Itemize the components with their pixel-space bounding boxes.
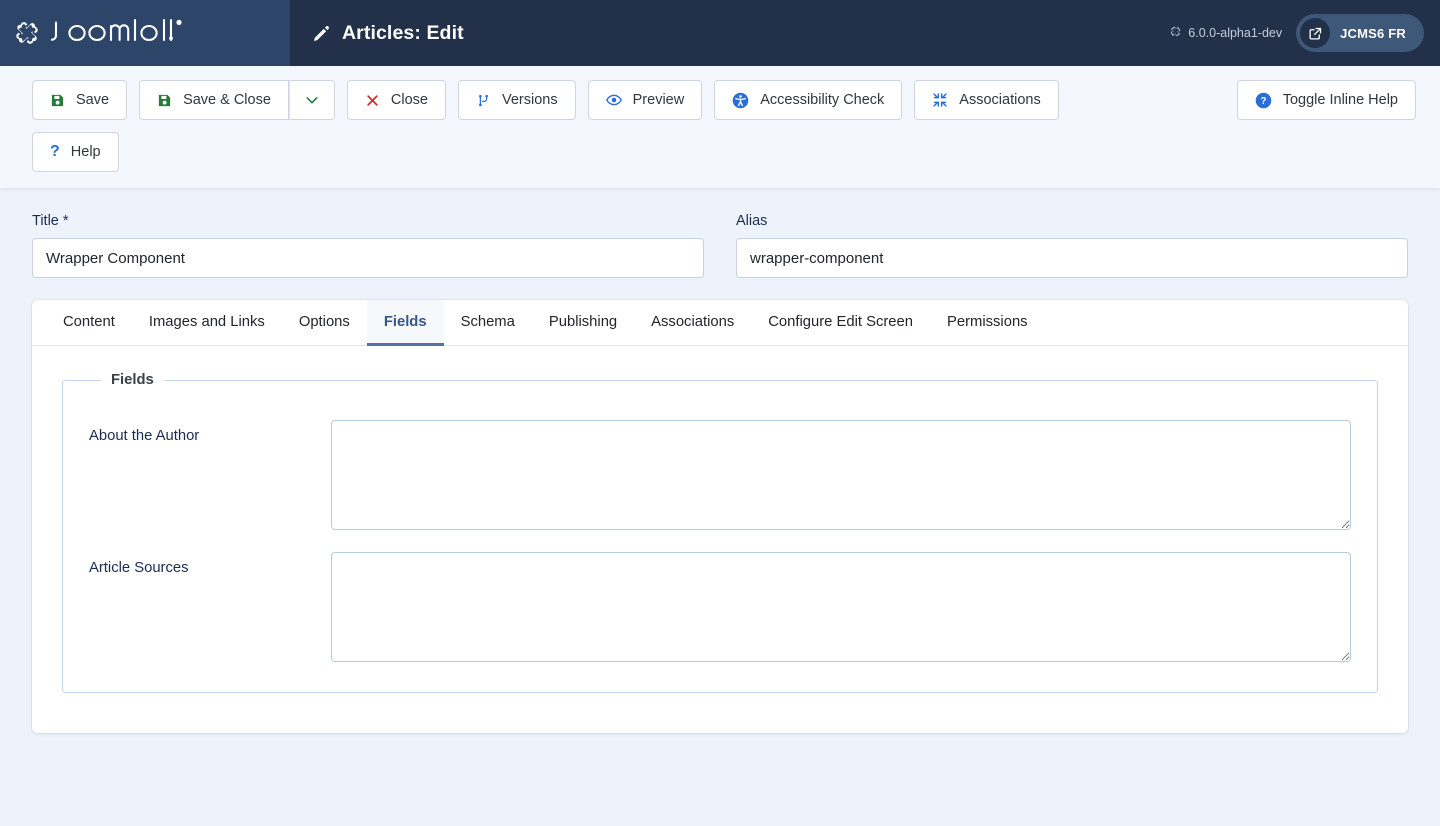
- joomla-logo[interactable]: [12, 16, 219, 51]
- version-text: 6.0.0-alpha1-dev: [1188, 26, 1283, 40]
- close-button-label: Close: [390, 92, 428, 108]
- version-info: 6.0.0-alpha1-dev: [1169, 25, 1282, 41]
- tab-bar: Content Images and Links Options Fields …: [32, 300, 1408, 346]
- toggle-inline-help-button-label: Toggle Inline Help: [1282, 92, 1398, 108]
- about-the-author-textarea[interactable]: [331, 420, 1351, 530]
- field-row-article-sources: Article Sources: [89, 552, 1351, 662]
- title-input[interactable]: [32, 238, 704, 278]
- article-sources-label: Article Sources: [89, 560, 189, 576]
- about-the-author-control: [331, 420, 1351, 530]
- accessibility-check-button-label: Accessibility Check: [760, 92, 885, 108]
- joomla-mark-icon: [1169, 25, 1182, 41]
- code-branch-icon: [476, 93, 491, 108]
- close-button[interactable]: Close: [346, 80, 446, 120]
- page-title-area: Articles: Edit: [290, 0, 1169, 66]
- floppy-disk-icon: [50, 93, 65, 108]
- toolbar-right-group: ? Toggle Inline Help: [1236, 80, 1416, 120]
- field-row-about-the-author: About the Author: [89, 420, 1351, 530]
- joomla-wordmark: [50, 16, 219, 51]
- tab-publishing[interactable]: Publishing: [532, 300, 634, 346]
- svg-text:?: ?: [1260, 96, 1266, 107]
- alias-label: Alias: [736, 213, 768, 229]
- about-the-author-label: About the Author: [89, 428, 200, 444]
- associations-button[interactable]: Associations: [914, 80, 1059, 120]
- tab-images-and-links[interactable]: Images and Links: [132, 300, 282, 346]
- page-title: Articles: Edit: [342, 21, 464, 44]
- associations-button-label: Associations: [959, 92, 1041, 108]
- external-link-icon: [1300, 18, 1331, 48]
- save-options-dropdown-button[interactable]: [288, 80, 335, 120]
- header-right-area: 6.0.0-alpha1-dev JCMS6 FR: [1169, 0, 1440, 66]
- title-label: Title *: [32, 213, 69, 229]
- app-header: Articles: Edit 6.0.0-alpha1-dev JCMS6 FR: [0, 0, 1440, 66]
- preview-button-label: Preview: [632, 92, 685, 108]
- eye-icon: [605, 92, 622, 108]
- title-alias-row: Title * Alias: [32, 213, 1408, 278]
- save-and-close-group: Save & Close: [139, 80, 335, 120]
- page-body: Title * Alias Content Images and Links O…: [0, 189, 1440, 733]
- fields-fieldset: Fields About the Author Article Sources: [62, 372, 1378, 693]
- visit-site-label: JCMS6 FR: [1340, 25, 1406, 41]
- arrows-in-icon: [932, 92, 948, 108]
- versions-button-label: Versions: [502, 92, 558, 108]
- help-button-label: Help: [70, 144, 101, 160]
- save-button[interactable]: Save: [32, 80, 128, 120]
- tab-schema[interactable]: Schema: [444, 300, 532, 346]
- tab-configure-edit-screen[interactable]: Configure Edit Screen: [751, 300, 930, 346]
- save-and-close-button[interactable]: Save & Close: [139, 80, 289, 120]
- chevron-down-icon: [304, 92, 320, 108]
- save-and-close-button-label: Save & Close: [183, 92, 271, 108]
- brand-area[interactable]: [0, 0, 290, 66]
- fields-fieldset-legend: Fields: [111, 372, 154, 388]
- pencil-icon: [312, 24, 331, 43]
- universal-access-icon: [732, 92, 749, 109]
- fields-tab-panel: Fields About the Author Article Sources: [32, 346, 1408, 733]
- preview-button[interactable]: Preview: [587, 80, 703, 120]
- toolbar: Save Save & Close Close Versions Preview…: [0, 66, 1440, 189]
- floppy-disk-icon: [157, 93, 172, 108]
- save-button-label: Save: [76, 92, 110, 108]
- accessibility-check-button[interactable]: Accessibility Check: [714, 80, 903, 120]
- tab-fields[interactable]: Fields: [366, 300, 444, 346]
- question-mark-icon: ?: [50, 143, 60, 160]
- title-field-group: Title *: [32, 213, 704, 278]
- alias-input[interactable]: [736, 238, 1408, 278]
- versions-button[interactable]: Versions: [458, 80, 576, 120]
- help-button[interactable]: ? Help: [32, 132, 119, 172]
- article-sources-textarea[interactable]: [331, 552, 1351, 662]
- tab-content[interactable]: Content: [46, 300, 132, 346]
- toggle-inline-help-button[interactable]: ? Toggle Inline Help: [1236, 80, 1416, 120]
- alias-field-group: Alias: [736, 213, 1408, 278]
- edit-card: Content Images and Links Options Fields …: [32, 300, 1408, 733]
- tab-permissions[interactable]: Permissions: [930, 300, 1045, 346]
- toolbar-left-group: Save Save & Close Close Versions Preview…: [32, 80, 1225, 120]
- close-x-icon: [365, 93, 380, 108]
- tab-options[interactable]: Options: [282, 300, 367, 346]
- question-circle-icon: ?: [1255, 92, 1272, 109]
- article-sources-control: [331, 552, 1351, 662]
- tab-associations[interactable]: Associations: [634, 300, 751, 346]
- joomla-logo-icon: [12, 18, 42, 48]
- visit-site-button[interactable]: JCMS6 FR: [1296, 14, 1424, 52]
